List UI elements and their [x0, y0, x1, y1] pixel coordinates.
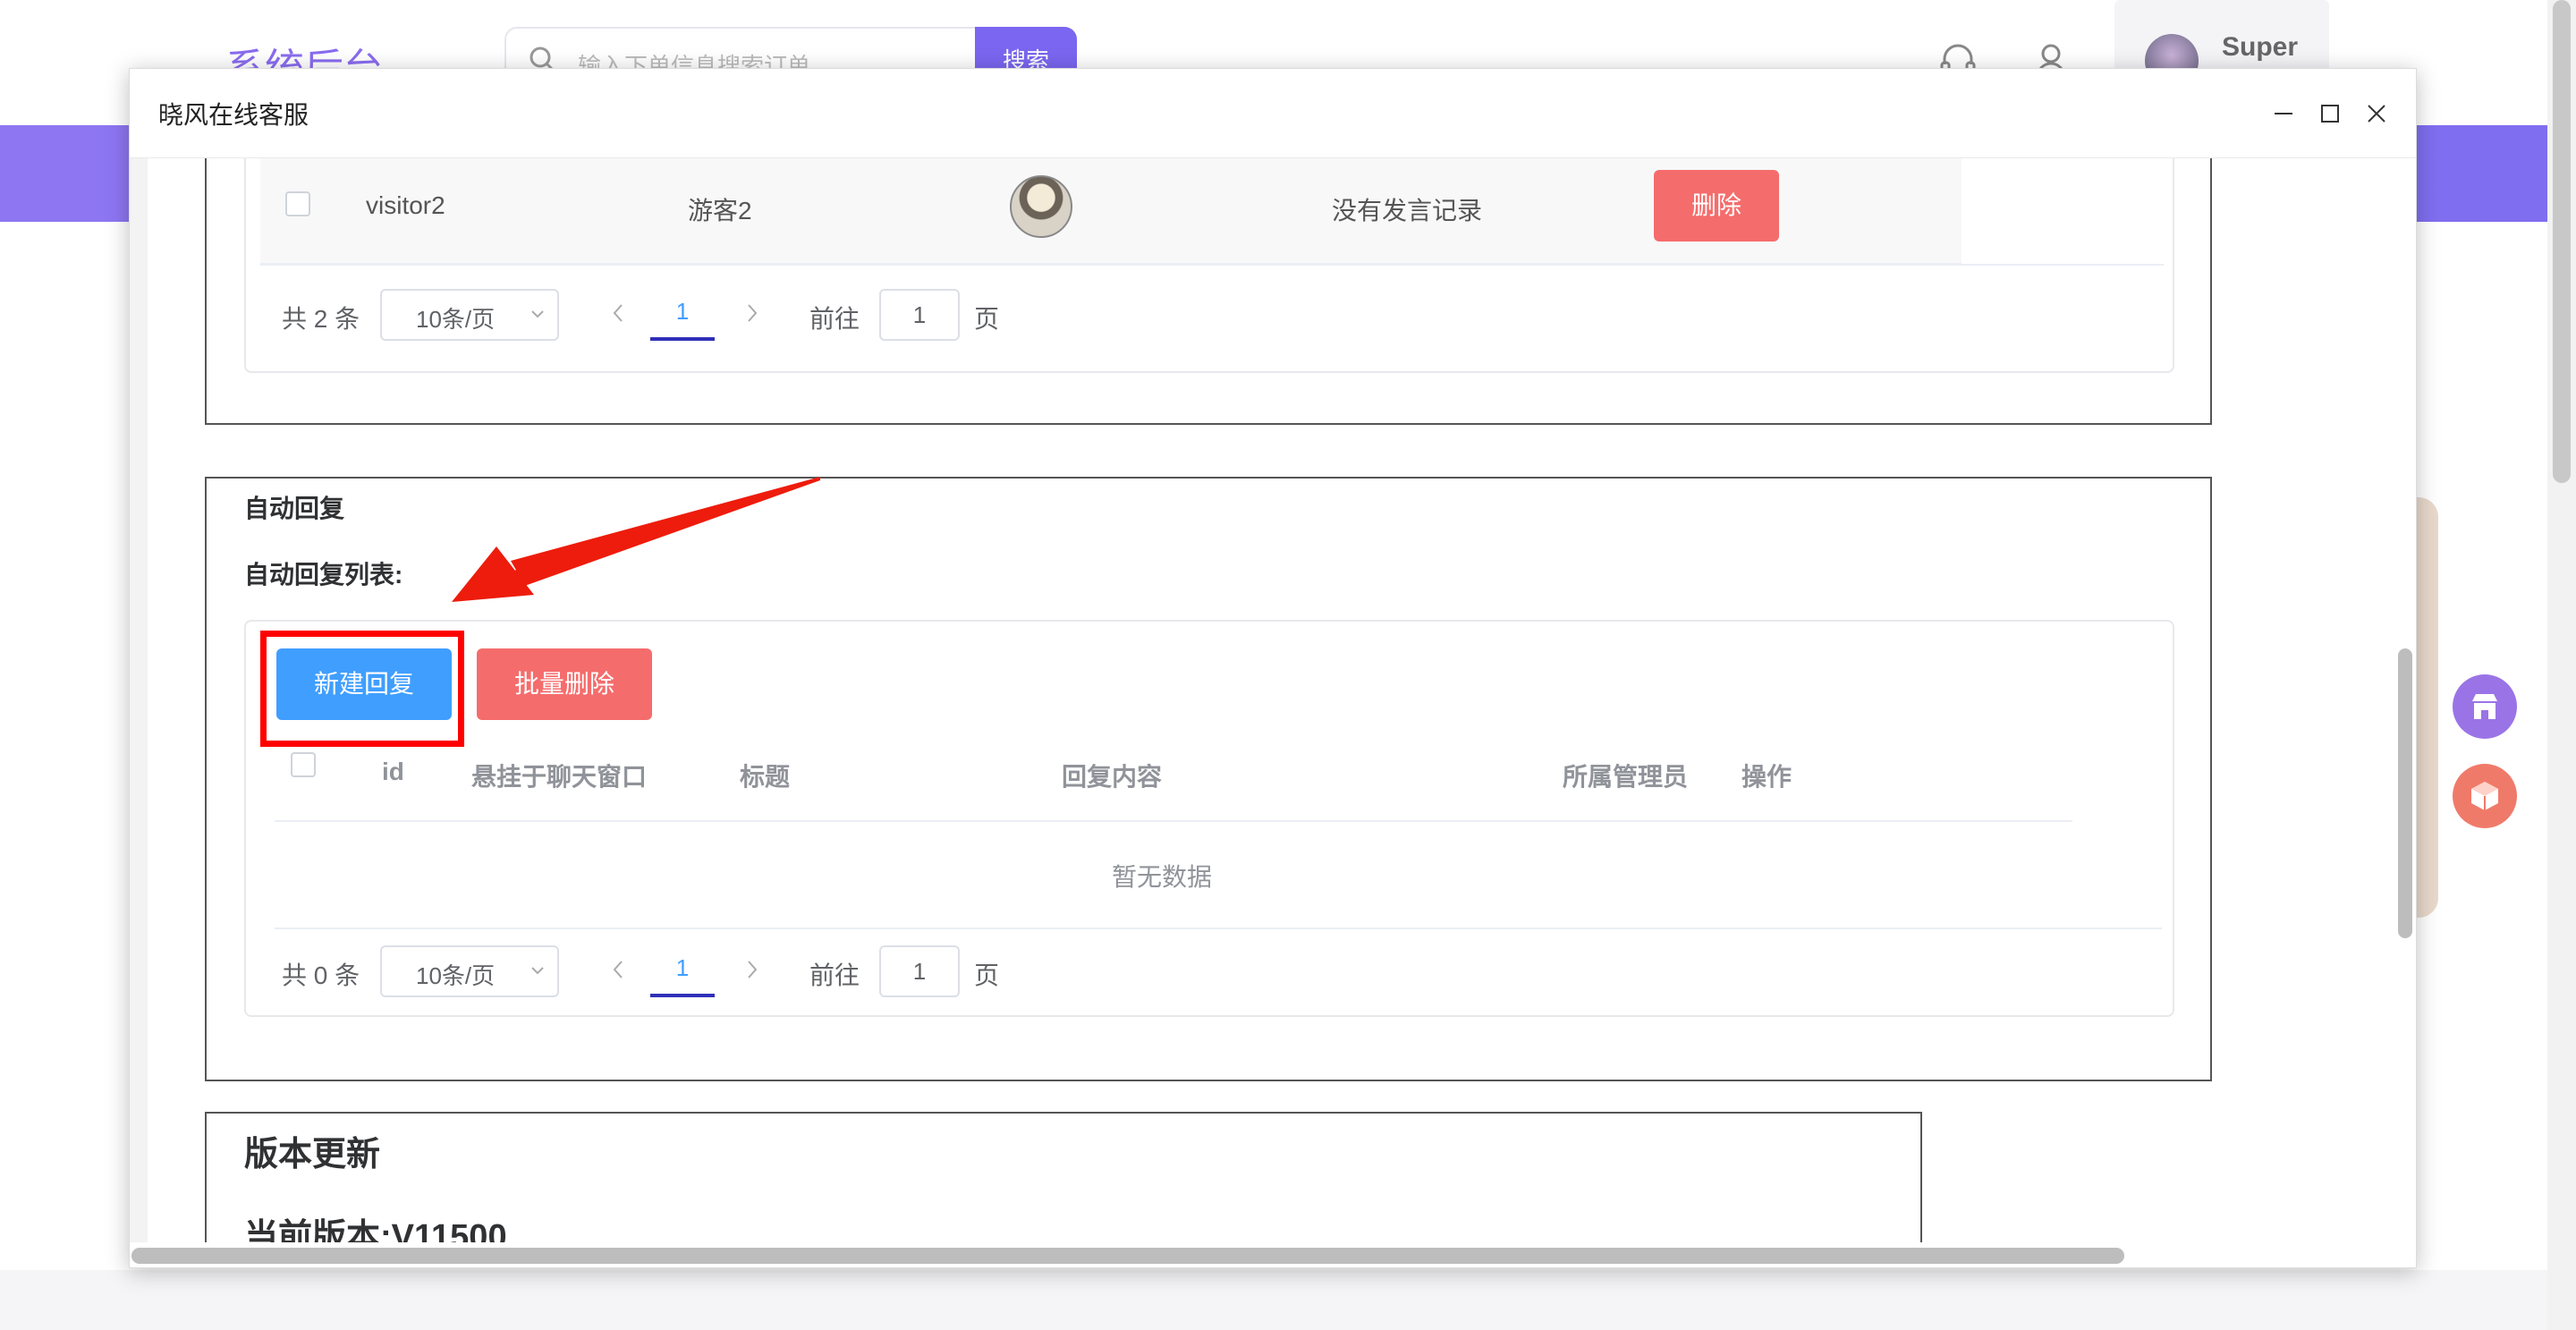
page-number[interactable]: 1 — [650, 298, 715, 341]
page-size-value: 10条/页 — [416, 306, 496, 333]
highlight-annotation — [260, 631, 464, 747]
red-arrow-annotation — [452, 477, 820, 602]
background-footer — [0, 1270, 2576, 1330]
auto-reply-title: 自动回复 — [244, 495, 345, 522]
store-icon — [2472, 694, 2497, 719]
page-size-select[interactable]: 10条/页 — [380, 289, 559, 341]
close-button[interactable] — [2357, 94, 2396, 133]
column-header-title: 标题 — [740, 763, 791, 791]
goto-page-input[interactable]: 1 — [879, 945, 960, 997]
delete-visitor-button[interactable]: 删除 — [1654, 170, 1779, 241]
current-version: 当前版本:V11500 — [244, 1218, 507, 1242]
page-suffix: 页 — [974, 305, 1000, 333]
column-header-actions: 操作 — [1741, 763, 1792, 791]
close-icon — [2368, 105, 2385, 123]
table-footer-divider — [275, 928, 2162, 929]
pagination-total: 共 0 条 — [282, 961, 360, 989]
dialog-horizontal-scrollbar-thumb[interactable] — [131, 1248, 2124, 1264]
store-float-button[interactable] — [2453, 674, 2517, 739]
background-user-name: Super — [2222, 32, 2299, 62]
visitors-card: visitor2 游客2 没有发言记录 删除 共 2 条 10条/页 1 前往 … — [244, 158, 2174, 373]
dialog-body: visitor2 游客2 没有发言记录 删除 共 2 条 10条/页 1 前往 … — [130, 158, 2416, 1242]
left-gutter — [130, 158, 148, 1242]
page-scrollbar-thumb[interactable] — [2553, 0, 2571, 483]
avatar — [1010, 175, 1072, 238]
column-header-admin: 所属管理员 — [1563, 763, 1689, 791]
page-size-select[interactable]: 10条/页 — [380, 945, 559, 997]
chevron-left-icon[interactable] — [609, 301, 627, 325]
page-size-value: 10条/页 — [416, 962, 496, 989]
auto-reply-pagination: 共 0 条 10条/页 1 前往 1 页 — [282, 945, 1087, 997]
minimize-icon — [2275, 113, 2292, 114]
version-title: 版本更新 — [244, 1136, 381, 1173]
visitors-section: visitor2 游客2 没有发言记录 删除 共 2 条 10条/页 1 前往 … — [205, 158, 2212, 425]
table-divider — [260, 264, 2164, 266]
dialog-titlebar[interactable]: 晓风在线客服 — [130, 69, 2416, 158]
table-row: visitor2 游客2 没有发言记录 删除 — [260, 158, 1962, 264]
column-header-id: id — [382, 758, 404, 785]
dialog-horizontal-scrollbar[interactable] — [130, 1242, 2416, 1267]
pagination-total: 共 2 条 — [282, 305, 360, 333]
background-side-panel — [2415, 497, 2438, 918]
chevron-down-icon — [531, 967, 544, 975]
page-number[interactable]: 1 — [650, 954, 715, 997]
chevron-right-icon[interactable] — [743, 958, 761, 981]
select-all-checkbox[interactable] — [291, 752, 316, 777]
dialog-scrollbar-thumb[interactable] — [2398, 648, 2412, 938]
page-scrollbar[interactable] — [2547, 0, 2576, 1330]
customer-service-dialog: 晓风在线客服 visitor2 游客2 没有发言记录 删除 共 2 条 10条/… — [129, 68, 2417, 1268]
table-header-divider — [275, 820, 2072, 822]
auto-reply-list-label: 自动回复列表: — [244, 561, 403, 589]
chevron-down-icon — [531, 310, 544, 318]
goto-label: 前往 — [809, 305, 860, 333]
empty-state-text: 暂无数据 — [1112, 863, 1213, 891]
visitor-name-cell: 游客2 — [688, 197, 752, 224]
column-header-pinned: 悬挂于聊天窗口 — [471, 763, 648, 791]
chevron-left-icon[interactable] — [609, 958, 627, 981]
minimize-button[interactable] — [2264, 94, 2303, 133]
batch-delete-button[interactable]: 批量删除 — [477, 648, 652, 720]
visitor-message-cell: 没有发言记录 — [1332, 197, 1483, 224]
goto-label: 前往 — [809, 961, 860, 989]
maximize-button[interactable] — [2310, 94, 2350, 133]
version-section: 版本更新 当前版本:V11500 — [205, 1112, 1922, 1242]
chevron-right-icon[interactable] — [743, 301, 761, 325]
cube-float-button[interactable] — [2453, 764, 2517, 828]
auto-reply-card: 新建回复 批量删除 id 悬挂于聊天窗口 标题 回复内容 所属管理员 操作 暂无… — [244, 620, 2174, 1017]
row-checkbox[interactable] — [285, 191, 310, 216]
goto-page-input[interactable]: 1 — [879, 289, 960, 341]
column-header-content: 回复内容 — [1062, 763, 1163, 791]
maximize-icon — [2321, 105, 2339, 123]
cube-icon — [2471, 782, 2498, 810]
page-suffix: 页 — [974, 961, 1000, 989]
visitor-id-cell: visitor2 — [366, 191, 445, 219]
visitors-pagination: 共 2 条 10条/页 1 前往 1 页 — [282, 289, 1087, 341]
dialog-title: 晓风在线客服 — [158, 101, 309, 129]
